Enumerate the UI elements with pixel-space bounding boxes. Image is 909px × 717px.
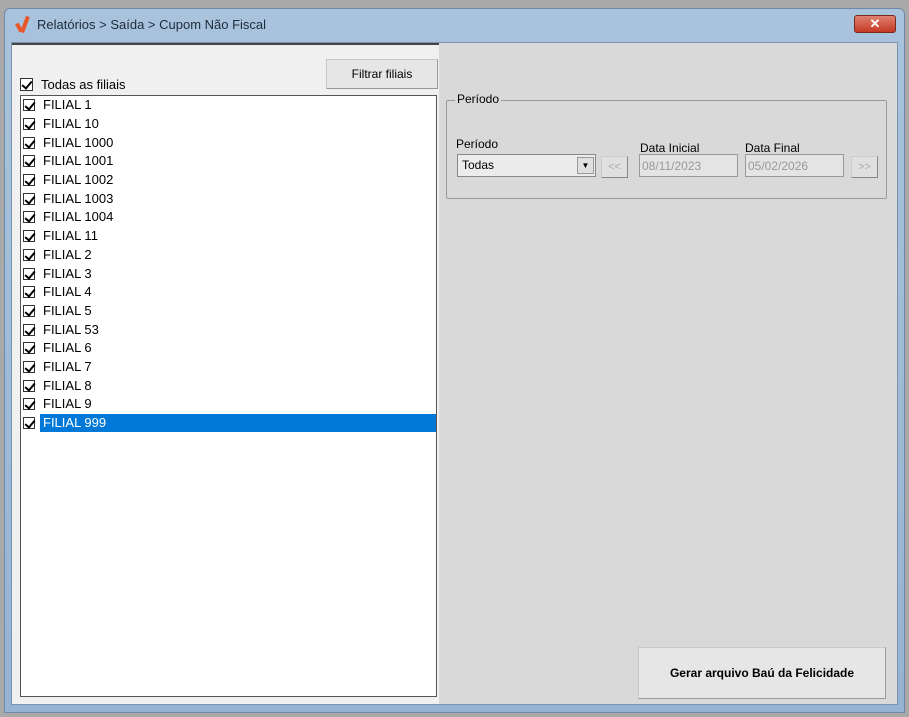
branch-list-item[interactable]: FILIAL 7 (21, 358, 436, 377)
checkbox-icon[interactable] (23, 267, 35, 280)
branch-label: FILIAL 5 (43, 302, 92, 318)
end-date-label: Data Final (745, 141, 800, 155)
generate-file-button[interactable]: Gerar arquivo Baú da Felicidade (638, 647, 886, 699)
branch-list-item[interactable]: FILIAL 6 (21, 339, 436, 358)
all-branches-checkbox[interactable]: Todas as filiais (20, 77, 126, 92)
branch-label: FILIAL 8 (43, 377, 92, 393)
branch-list-item[interactable]: FILIAL 10 (21, 115, 436, 134)
branch-label: FILIAL 1004 (43, 209, 114, 225)
checkbox-icon[interactable] (23, 248, 35, 261)
branch-list-item[interactable]: FILIAL 11 (21, 227, 436, 246)
branch-label: FILIAL 3 (43, 265, 92, 281)
end-date-input[interactable]: 05/02/2026 (745, 154, 844, 177)
branch-label: FILIAL 7 (43, 358, 92, 374)
branch-label: FILIAL 11 (43, 228, 98, 244)
branch-label: FILIAL 1 (43, 97, 92, 113)
branch-list-item[interactable]: FILIAL 1000 (21, 133, 436, 152)
window: Relatórios > Saída > Cupom Não Fiscal ✕ … (4, 8, 905, 713)
checkbox-icon[interactable] (23, 304, 35, 317)
checkbox-icon[interactable] (23, 379, 35, 392)
branch-label: FILIAL 999 (40, 414, 436, 433)
checkbox-icon[interactable] (23, 360, 35, 373)
client-area: Todas as filiais Filtrar filiais FILIAL … (11, 42, 898, 705)
branch-list-item[interactable]: FILIAL 53 (21, 320, 436, 339)
branch-list-item[interactable]: FILIAL 4 (21, 283, 436, 302)
checkbox-icon[interactable] (23, 230, 35, 243)
checkbox-icon[interactable] (20, 78, 33, 91)
period-select-label: Período (456, 137, 499, 151)
branch-list-item[interactable]: FILIAL 1 (21, 96, 436, 115)
branch-list-item[interactable]: FILIAL 1003 (21, 189, 436, 208)
window-title: Relatórios > Saída > Cupom Não Fiscal (37, 16, 267, 32)
start-date-label: Data Inicial (640, 141, 700, 155)
filter-branches-button[interactable]: Filtrar filiais (326, 59, 438, 89)
start-date-input[interactable]: 08/11/2023 (639, 154, 738, 177)
checkbox-icon[interactable] (23, 118, 35, 131)
branch-list[interactable]: FILIAL 1 FILIAL 10 FILIAL 1000 FILIAL 1001 F… (20, 95, 437, 697)
branch-list-item[interactable]: FILIAL 8 (21, 376, 436, 395)
all-branches-label: Todas as filiais (41, 77, 126, 92)
branch-list-item[interactable]: FILIAL 9 (21, 395, 436, 414)
branch-label: FILIAL 1002 (43, 172, 114, 188)
branch-label: FILIAL 1000 (43, 134, 114, 150)
checkbox-icon[interactable] (23, 155, 35, 168)
branch-list-item[interactable]: FILIAL 1001 (21, 152, 436, 171)
checkbox-icon[interactable] (23, 192, 35, 205)
branch-list-item[interactable]: FILIAL 1004 (21, 208, 436, 227)
checkbox-icon[interactable] (23, 211, 35, 224)
previous-period-button[interactable]: << (601, 156, 628, 178)
chevron-down-icon[interactable]: ▼ (577, 157, 594, 174)
checkbox-icon[interactable] (23, 174, 35, 187)
checkbox-icon[interactable] (23, 99, 35, 112)
title-bar: Relatórios > Saída > Cupom Não Fiscal (15, 9, 266, 39)
period-select-value: Todas (462, 158, 495, 172)
checkbox-icon[interactable] (23, 398, 35, 411)
period-group-label: Período (455, 92, 502, 106)
period-select[interactable]: Todas ▼ (457, 154, 596, 177)
branch-label: FILIAL 1003 (43, 190, 114, 206)
branch-label: FILIAL 2 (43, 246, 92, 262)
branch-list-item[interactable]: FILIAL 999 (21, 414, 436, 433)
checkbox-icon[interactable] (23, 323, 35, 336)
next-period-button[interactable]: >> (851, 156, 878, 178)
branch-label: FILIAL 9 (43, 396, 92, 412)
app-logo-icon (15, 14, 31, 34)
checkbox-icon[interactable] (23, 136, 35, 149)
branch-list-item[interactable]: FILIAL 5 (21, 302, 436, 321)
branch-list-item[interactable]: FILIAL 3 (21, 264, 436, 283)
checkbox-icon[interactable] (23, 342, 35, 355)
branch-label: FILIAL 53 (43, 321, 99, 337)
branch-panel: Todas as filiais Filtrar filiais FILIAL … (12, 43, 439, 704)
branch-list-item[interactable]: FILIAL 2 (21, 246, 436, 265)
branch-list-item[interactable]: FILIAL 1002 (21, 171, 436, 190)
branch-label: FILIAL 4 (43, 284, 92, 300)
period-group: Período Período Todas ▼ << Data Inicial … (446, 92, 887, 199)
branch-label: FILIAL 6 (43, 340, 92, 356)
branch-label: FILIAL 10 (43, 116, 99, 132)
close-button[interactable]: ✕ (854, 15, 896, 33)
checkbox-icon[interactable] (23, 286, 35, 299)
branch-label: FILIAL 1001 (43, 153, 114, 169)
checkbox-icon[interactable] (23, 417, 35, 430)
